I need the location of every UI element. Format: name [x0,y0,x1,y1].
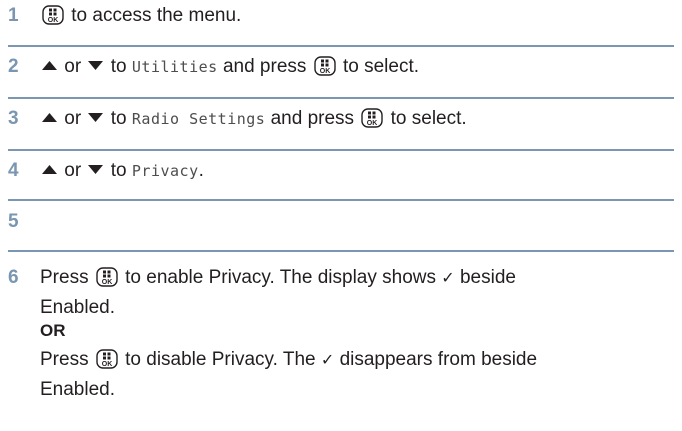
enable-text-enabled: Enabled. [40,297,116,318]
step-4: 4 or to Privacy. [8,159,674,189]
step-2: 2 or to Utilities and press OK to select… [8,55,674,85]
to-text: to [110,56,127,77]
svg-text:OK: OK [102,279,113,286]
divider [8,149,674,151]
menu-ok-key-icon: OK [96,267,118,287]
svg-text:OK: OK [102,361,113,368]
step-content: or to Radio Settings and press OK to sel… [40,107,674,131]
step-1: 1 OK to access the menu. [8,4,674,34]
divider [8,250,674,252]
menu-ok-key-icon: OK [361,108,384,128]
menu-item-name: Radio Settings [131,110,266,128]
to-text: to [110,160,127,181]
step-text: and press [222,56,307,77]
step-content: Press OK to enable Privacy. The display … [40,266,674,402]
disable-text: to disable Privacy. The [125,349,316,370]
step-number: 2 [8,56,19,77]
up-arrow-icon [42,165,57,174]
step-text-end: to select. [342,56,420,77]
step-text-end: . [198,160,204,181]
step-3: 3 or to Radio Settings and press OK to s… [8,107,674,137]
or-text: or [64,56,82,77]
divider [8,97,674,99]
disable-text-beside: disappears from beside [339,349,538,370]
step-content: or to Utilities and press OK to select. [40,55,674,79]
step-text: to access the menu. [71,5,242,26]
svg-text:OK: OK [48,17,59,24]
step-content: or to Privacy. [40,159,674,183]
divider [8,45,674,47]
check-mark-icon: ✓ [320,350,335,369]
step-number: 4 [8,160,19,181]
step-content: OK to access the menu. [40,4,674,28]
step-number: 1 [8,5,19,26]
menu-item-name: Utilities [131,58,218,76]
check-mark-icon: ✓ [441,268,455,287]
step-5: 5 [8,210,674,238]
press-text: Press [40,349,89,370]
or-text: or [64,160,82,181]
step-number: 5 [8,211,19,232]
divider [8,199,674,201]
step-text: and press [270,108,355,129]
up-arrow-icon [42,113,57,122]
step-number: 6 [8,267,19,288]
or-text: or [64,108,82,129]
press-text: Press [40,267,89,288]
or-label: OR [40,321,66,340]
svg-text:OK: OK [319,68,330,75]
step-text-end: to select. [390,108,467,129]
svg-text:OK: OK [367,120,378,127]
disable-text-enabled: Enabled. [40,379,116,400]
up-arrow-icon [42,61,57,70]
menu-ok-key-icon: OK [96,349,118,369]
enable-text-beside: beside [459,267,516,288]
step-number: 3 [8,108,19,129]
down-arrow-icon [88,165,104,174]
step-6: 6 Press OK to enable Privacy. The displa… [8,266,674,426]
down-arrow-icon [88,113,104,122]
enable-text: to enable Privacy. The display shows [125,267,436,288]
to-text: to [110,108,127,129]
menu-ok-key-icon: OK [42,5,64,25]
down-arrow-icon [88,61,104,70]
menu-ok-key-icon: OK [313,56,336,76]
menu-item-name: Privacy [131,162,199,180]
